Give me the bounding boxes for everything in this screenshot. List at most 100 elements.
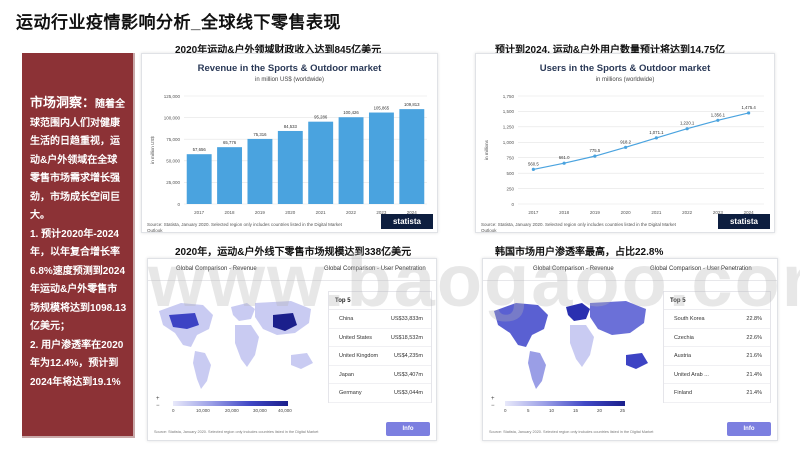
row-value: 22.8%: [746, 316, 762, 322]
bar: [399, 109, 425, 204]
table-row: Finland 21.4%: [664, 384, 770, 403]
revenue-chart-title: Revenue in the Sports & Outdoor market: [197, 63, 382, 74]
data-label: 84,533: [284, 124, 298, 129]
data-label: 918.2: [620, 139, 631, 144]
table-row: Japan US$3,407m: [329, 366, 431, 384]
tab-global-user-penetration[interactable]: Global Comparison - User Penetration: [324, 266, 426, 272]
y-tick-label: 25,000: [166, 180, 180, 185]
data-label: 105,865: [374, 106, 390, 111]
bar: [368, 112, 394, 204]
y-tick-label: 1,750: [503, 94, 515, 99]
row-country: United Kingdom: [339, 353, 379, 359]
caption-comparison-penetration: 韩国市场用户渗透率最高，占比22.8%: [495, 247, 664, 258]
y-tick-label: 50,000: [166, 159, 180, 164]
users-chart-source: Source: Statista, January 2020. Selected…: [481, 222, 676, 233]
bar: [308, 121, 334, 204]
y-tick-label: 750: [506, 156, 514, 161]
zoom-out-button[interactable]: −: [156, 403, 160, 410]
revenue-chart-subtitle: in million US$ (worldwide): [254, 77, 325, 83]
x-tick-label: 2022: [346, 210, 357, 215]
comparison-tabs: Global Comparison - Revenue Global Compa…: [483, 259, 777, 281]
top5-revenue-table: Top 5 China US$33,833m United States US$18…: [328, 291, 432, 403]
row-value: 21.4%: [746, 390, 762, 396]
data-point: [562, 161, 566, 165]
bar: [277, 130, 303, 204]
y-tick-label: 125,000: [164, 94, 181, 99]
bar: [247, 138, 273, 204]
y-tick-label: 1,500: [503, 109, 515, 114]
data-point: [531, 167, 535, 172]
series-line: [533, 112, 749, 170]
x-tick-label: 2020: [621, 210, 632, 215]
info-button[interactable]: Info: [727, 422, 771, 436]
data-label: 1,475.4: [741, 105, 756, 110]
insight-text: 市场洞察：随着全球范围内人们对健康生活的日趋重视，运动&户外领域在全球零售市场需…: [30, 93, 127, 226]
data-label: 57,656: [193, 147, 207, 152]
row-value: 22.6%: [746, 334, 762, 341]
row-value: US$3,407m: [393, 371, 423, 378]
x-tick-label: 2021: [316, 210, 327, 215]
map-legend-scale: [505, 401, 625, 406]
tab-global-user-penetration[interactable]: Global Comparison - User Penetration: [650, 266, 752, 272]
row-value: US$33,833m: [390, 316, 423, 322]
insight-point-2: 2. 用户渗透率在2020年为12.4%，预计到2024年将达到19.1%: [30, 339, 124, 388]
tab-global-revenue[interactable]: Global Comparison - Revenue: [176, 266, 257, 272]
table-row: China US$33,833m: [329, 310, 431, 329]
legend-tick: 20: [597, 408, 603, 413]
y-tick-label: 75,000: [166, 137, 180, 142]
row-value: US$18,532m: [390, 334, 423, 341]
data-label: 560.5: [528, 161, 539, 166]
statista-logo: statista: [718, 214, 770, 229]
comparison-tabs: Global Comparison - Revenue Global Compa…: [148, 259, 436, 281]
data-point: [654, 136, 658, 140]
data-point: [624, 145, 628, 149]
y-tick-label: 250: [506, 186, 514, 191]
insight-body: 随着全球范围内人们对健康生活的日趋重视，运动&户外领域在全球零售市场需求增长强劲…: [30, 99, 126, 221]
row-country: United States: [339, 334, 373, 341]
page-title: 运动行业疫情影响分析_全球线下零售表现: [16, 13, 341, 32]
users-chart-title: Users in the Sports & Outdoor market: [539, 63, 711, 74]
row-country: South Korea: [674, 316, 705, 322]
row-country: United Arab ...: [674, 371, 709, 378]
insight-point-1: 1. 预计2020年-2024年，以年复合增长率6.8%速度预测到2024年运动…: [30, 228, 127, 333]
bar: [186, 154, 212, 204]
table-row: United Kingdom US$4,235m: [329, 347, 431, 366]
table-row: Germany US$3,044m: [329, 384, 431, 403]
revenue-chart-card: Revenue in the Sports & Outdoor market i…: [141, 53, 438, 233]
data-label: 1,071.1: [649, 130, 664, 135]
data-label: 109,813: [404, 102, 420, 107]
y-tick-label: 100,000: [164, 115, 181, 120]
data-label: 1,356.1: [711, 112, 726, 117]
row-value: 21.6%: [746, 353, 762, 359]
users-line-chart: 0 250 500 750 1,000 1,250 1,500 1,750 in million…: [484, 94, 764, 215]
global-comparison-revenue-card: Global Comparison - Revenue Global Compa…: [147, 258, 437, 441]
zoom-controls: + −: [156, 396, 160, 410]
table-row: Czechia 22.6%: [664, 329, 770, 347]
data-point: [593, 154, 597, 158]
x-tick-label: 2018: [225, 210, 236, 215]
table-row: United States US$18,532m: [329, 329, 431, 347]
zoom-out-button[interactable]: −: [491, 403, 495, 410]
y-axis-label: in millions: [484, 139, 489, 160]
revenue-bar-chart: 0 25,000 50,000 75,000 100,000 125,000 in mill…: [150, 94, 427, 215]
x-tick-label: 2019: [255, 210, 266, 215]
legend-tick: 20,000: [225, 408, 239, 413]
zoom-in-button[interactable]: +: [156, 396, 160, 403]
info-button[interactable]: Info: [386, 422, 430, 436]
legend-tick: 0: [172, 408, 175, 413]
row-country: Japan: [339, 371, 354, 378]
data-label: 100,426: [343, 110, 359, 115]
world-map-revenue[interactable]: [151, 289, 326, 399]
y-tick-label: 0: [177, 202, 180, 207]
row-value: US$4,235m: [393, 353, 423, 359]
caption-comparison-revenue: 2020年，运动&户外线下零售市场规模达到338亿美元: [175, 247, 412, 258]
global-comparison-penetration-card: Global Comparison - Revenue Global Compa…: [482, 258, 778, 441]
x-tick-label: 2021: [651, 210, 662, 215]
zoom-in-button[interactable]: +: [491, 396, 495, 403]
data-label: 95,286: [314, 115, 328, 120]
table-row: United Arab ... 21.4%: [664, 366, 770, 384]
world-map-penetration[interactable]: [486, 289, 661, 399]
insight-panel: 市场洞察：随着全球范围内人们对健康生活的日趋重视，运动&户外领域在全球零售市场需…: [22, 53, 135, 438]
x-tick-label: 2020: [285, 210, 296, 215]
tab-global-revenue[interactable]: Global Comparison - Revenue: [533, 266, 614, 272]
